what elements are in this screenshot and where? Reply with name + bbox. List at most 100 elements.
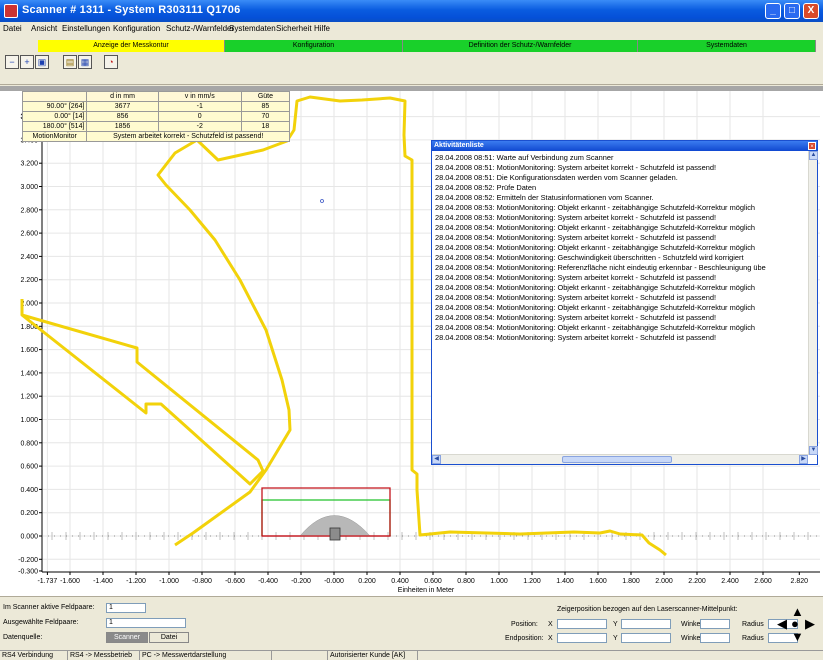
table-row: 90.00° [264] 3677 -1 85 [21, 101, 291, 112]
cell-d: 856 [86, 111, 159, 122]
table-corner [21, 91, 88, 102]
tab-messkontur[interactable]: Anzeige der Messkontur [38, 40, 225, 52]
activity-entry: 28.04.2008 08:51: MotionMonitoring: Syst… [435, 163, 716, 172]
minimize-button[interactable]: _ [765, 3, 781, 19]
tab-schutz-warnfelder[interactable]: Definition der Schutz-/Warnfelder [403, 40, 638, 52]
scroll-up-icon[interactable]: ▲ [809, 151, 818, 160]
scroll-right-icon[interactable]: ▶ [799, 455, 808, 464]
menu-datei[interactable]: Datei [3, 24, 22, 33]
horizontal-scrollbar[interactable]: ◀ ▶ [432, 454, 808, 464]
scroll-left-icon[interactable]: ◀ [432, 455, 441, 464]
source-file-button[interactable]: Datei [149, 632, 189, 643]
activity-entry: 28.04.2008 08:54: MotionMonitoring: Obje… [435, 223, 756, 232]
title-bar: Scanner # 1311 - System R303111 Q1706 _ … [0, 0, 823, 22]
table-row: 0.00° [14] 856 0 70 [21, 111, 291, 122]
selected-pairs-field[interactable]: 1 [106, 618, 186, 628]
menu-sicherheit[interactable]: Sicherheit [276, 24, 312, 33]
speedometer-icon[interactable]: ◔ [104, 55, 118, 69]
save-icon[interactable]: ▦ [78, 55, 92, 69]
vertical-scrollbar[interactable]: ▲ ▼ [808, 151, 818, 455]
cell-v: 0 [157, 111, 242, 122]
scanner-symbol [329, 527, 341, 541]
table-row: 180.00° [514] 1856 -2 18 [21, 121, 291, 132]
y-tick-label: 2.800 [20, 207, 38, 214]
activity-entry: 28.04.2008 08:51: Warte auf Verbindung z… [435, 153, 614, 162]
activity-entry: 28.04.2008 08:54: MotionMonitoring: Obje… [435, 243, 756, 252]
cell-v: -2 [157, 121, 242, 132]
zoom-in-icon[interactable]: + [20, 55, 34, 69]
y-tick-label: 1.400 [20, 370, 38, 377]
app-icon [4, 4, 18, 18]
endposition-x-field[interactable] [557, 633, 607, 643]
activity-entry: 28.04.2008 08:53: MotionMonitoring: Obje… [435, 203, 756, 212]
cell-v: -1 [157, 101, 242, 112]
tab-konfiguration[interactable]: Konfiguration [225, 40, 403, 52]
endposition-radius-label: Radius [742, 635, 764, 642]
arrow-left-icon[interactable]: ◀ [777, 617, 787, 630]
arrow-down-icon[interactable]: ▼ [791, 630, 804, 643]
activity-entry: 28.04.2008 08:54: MotionMonitoring: Obje… [435, 283, 756, 292]
activity-window-title: Aktivitätenliste [432, 141, 817, 151]
cell-guete: 18 [240, 121, 291, 132]
activity-entry: 28.04.2008 08:54: MotionMonitoring: Gesc… [435, 253, 744, 262]
y-tick-label: 3.200 [20, 161, 38, 168]
active-pairs-field[interactable]: 1 [106, 603, 146, 613]
cell-d: 1856 [86, 121, 159, 132]
x-tick-label: 0.800 [457, 578, 475, 585]
status-bar: RS4 Verbindung RS4 -> Messbetrieb PC -> … [0, 650, 823, 660]
menu-hilfe[interactable]: Hilfe [314, 24, 330, 33]
menu-konfiguration[interactable]: Konfiguration [113, 24, 160, 33]
position-y-label: Y [613, 621, 618, 628]
y-tick-label: 2.200 [20, 277, 38, 284]
y-tick-label: 0.400 [20, 487, 38, 494]
motion-monitor-row: MotionMonitor System arbeitet korrekt - … [21, 131, 290, 142]
zoom-out-icon[interactable]: − [5, 55, 19, 69]
x-tick-label: 1.600 [589, 578, 607, 585]
menu-bar: Datei Ansicht Einstellungen Konfiguratio… [0, 22, 823, 36]
y-tick-label: 1.200 [20, 394, 38, 401]
motion-monitor-label: MotionMonitor [21, 131, 88, 142]
tab-systemdaten[interactable]: Systemdaten [638, 40, 816, 52]
status-connection: RS4 Verbindung [0, 651, 68, 660]
x-tick-label: 1.400 [556, 578, 574, 585]
menu-ansicht[interactable]: Ansicht [31, 24, 57, 33]
cell-guete: 85 [240, 101, 291, 112]
y-tick-label: -0.200 [18, 557, 38, 564]
position-angle-label: Winkel [681, 621, 703, 628]
activity-entry: 28.04.2008 08:51: Die Konfigurationsdate… [435, 173, 678, 182]
zoom-fit-icon[interactable]: ▣ [35, 55, 49, 69]
x-tick-label: -1.600 [60, 578, 80, 585]
data-source-label: Datenquelle: [3, 634, 43, 641]
source-scanner-button[interactable]: Scanner [106, 632, 148, 643]
scroll-down-icon[interactable]: ▼ [809, 446, 818, 455]
selected-pairs-label: Ausgewählte Feldpaare: [3, 619, 79, 626]
position-x-field[interactable] [557, 619, 607, 629]
endposition-y-field[interactable] [621, 633, 671, 643]
y-tick-label: 1.600 [20, 347, 38, 354]
activity-log[interactable]: 28.04.2008 08:51: Warte auf Verbindung z… [435, 153, 807, 453]
endposition-angle-field[interactable] [700, 633, 730, 643]
menu-schutz-warnfelder[interactable]: Schutz-/Warnfelder [166, 24, 234, 33]
menu-systemdaten[interactable]: Systemdaten [229, 24, 276, 33]
x-tick-label: -1.400 [93, 578, 113, 585]
y-tick-label: 2.400 [20, 254, 38, 261]
position-y-field[interactable] [621, 619, 671, 629]
maximize-button[interactable]: □ [784, 3, 800, 19]
measurement-table: d in mm v in mm/s Güte 90.00° [264] 3677… [21, 91, 291, 142]
activity-close-icon[interactable]: × [808, 142, 816, 150]
position-x-label: X [548, 621, 553, 628]
y-tick-label: 0.800 [20, 440, 38, 447]
position-angle-field[interactable] [700, 619, 730, 629]
horizontal-scroll-thumb[interactable] [562, 456, 672, 463]
arrow-right-icon[interactable]: ▶ [805, 617, 815, 630]
menu-einstellungen[interactable]: Einstellungen [62, 24, 110, 33]
x-tick-label: 0.200 [358, 578, 376, 585]
motion-monitor-status: System arbeitet korrekt - Schutzfeld ist… [86, 131, 290, 142]
y-tick-label: -0.300 [18, 568, 38, 575]
status-authorization: Autorisierter Kunde [AK] [328, 651, 418, 660]
x-tick-label: 0.400 [391, 578, 409, 585]
x-tick-label: -0.200 [291, 578, 311, 585]
lock-icon[interactable]: ▤ [63, 55, 77, 69]
close-button[interactable]: X [803, 3, 819, 19]
activity-entry: 28.04.2008 08:54: MotionMonitoring: Obje… [435, 303, 756, 312]
